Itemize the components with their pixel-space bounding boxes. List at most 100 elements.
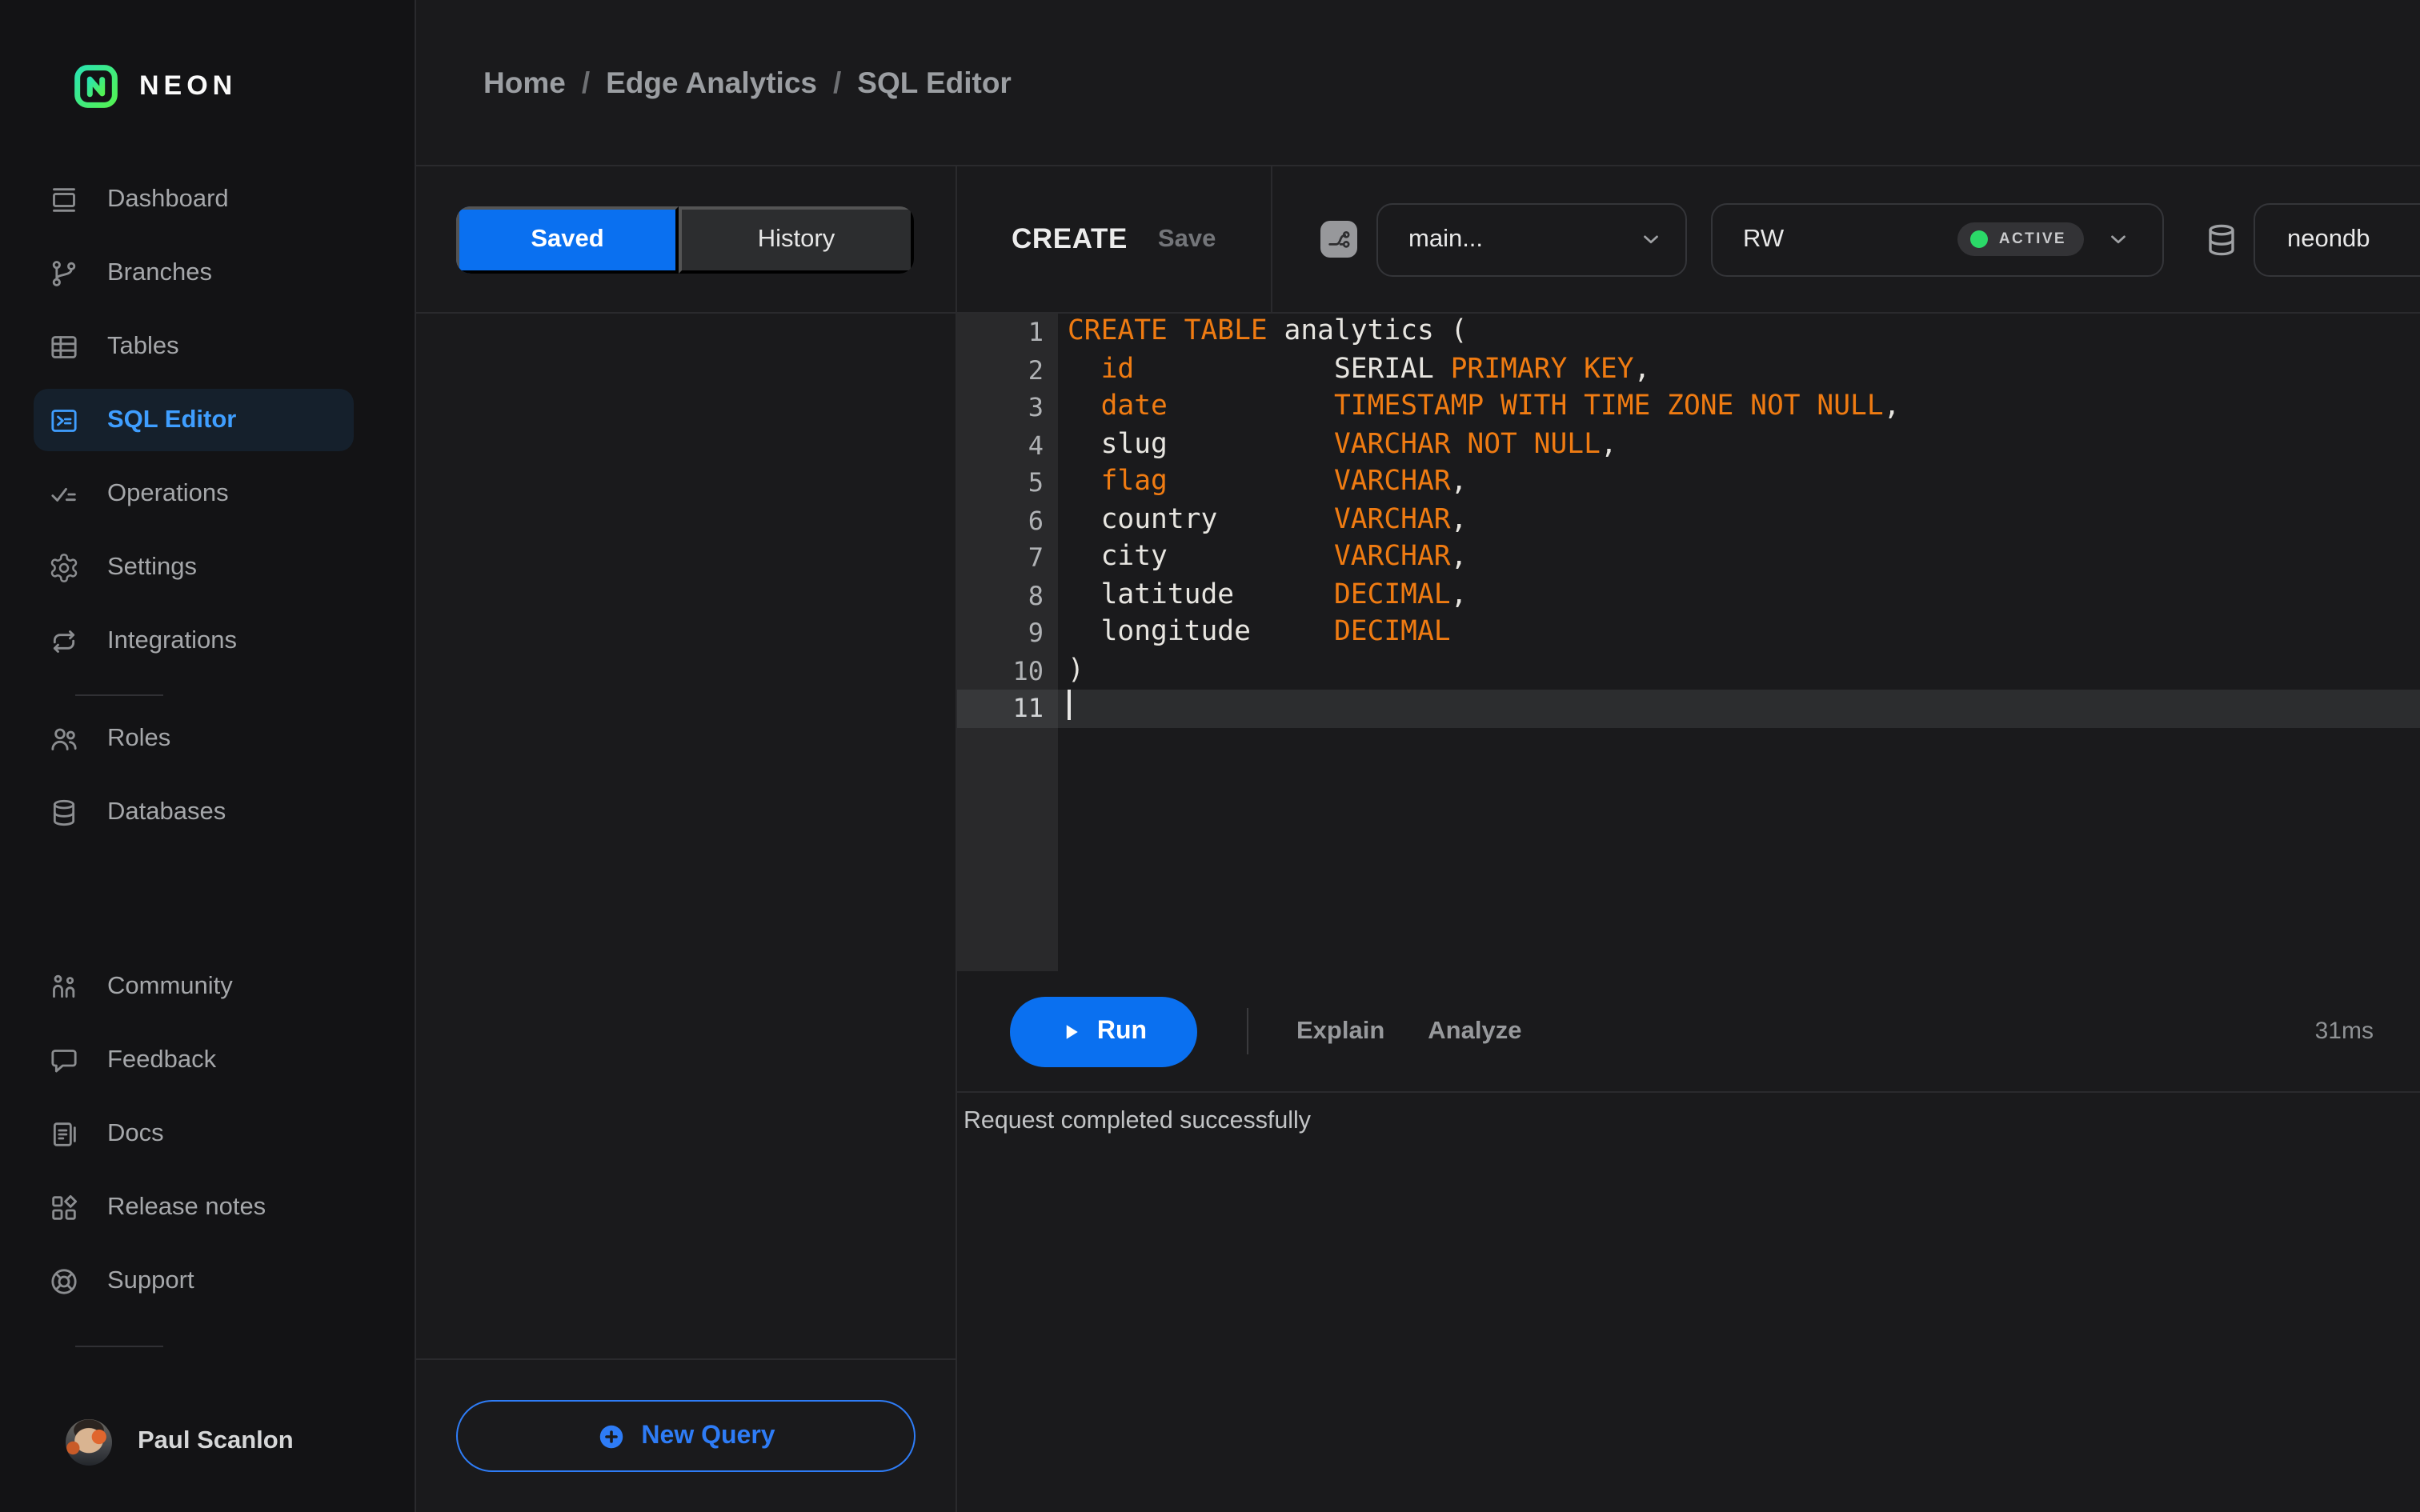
sidebar-item-label: Databases: [107, 798, 226, 825]
code-empty-space[interactable]: [957, 727, 2420, 971]
code-line[interactable]: 4 slug VARCHAR NOT NULL,: [957, 426, 2420, 464]
code-line[interactable]: 9 longitude DECIMAL: [957, 614, 2420, 652]
operations-icon: [48, 478, 80, 510]
docs-icon: [48, 1118, 80, 1150]
database-select[interactable]: neondb: [2254, 202, 2420, 276]
tab-saved[interactable]: Saved: [456, 206, 679, 273]
user-menu[interactable]: Paul Scanlon: [34, 1403, 354, 1480]
results-area: [957, 1134, 2420, 1512]
sidebar-item-branches[interactable]: Branches: [34, 242, 354, 304]
sidebar-item-integrations[interactable]: Integrations: [34, 610, 354, 672]
status-message: Request completed successfully: [964, 1107, 1311, 1134]
line-number: 1: [957, 314, 1058, 351]
sql-editor-pane: CREATE Save main... RW ACTIVE neondb 1 C…: [957, 166, 2420, 1512]
feedback-icon: [48, 1044, 80, 1076]
line-number: 2: [957, 351, 1058, 389]
sidebar-item-label: Integrations: [107, 626, 237, 654]
saved-history-tabs: Saved History: [456, 206, 914, 273]
new-query-button[interactable]: New Query: [456, 1400, 916, 1472]
line-number: 7: [957, 539, 1058, 577]
sidebar-item-label: Operations: [107, 479, 229, 506]
support-icon: [48, 1265, 80, 1297]
line-number: 6: [957, 502, 1058, 539]
analyze-button[interactable]: Analyze: [1428, 1017, 1521, 1046]
code-line[interactable]: 5 flag VARCHAR,: [957, 464, 2420, 502]
connection-controls: main... RW ACTIVE neondb: [1272, 166, 2420, 312]
gear-icon: [48, 551, 80, 583]
sidebar-item-sql-editor[interactable]: SQL Editor: [34, 389, 354, 451]
code-fill: [1058, 727, 2420, 971]
sidebar-item-databases[interactable]: Databases: [34, 781, 354, 843]
code-line-content: ): [1068, 654, 1084, 686]
sidebar-item-label: Settings: [107, 553, 198, 580]
sidebar-item-docs[interactable]: Docs: [34, 1102, 354, 1165]
text-cursor: [1068, 690, 1070, 720]
saved-panel-footer: New Query: [416, 1358, 956, 1512]
code-line[interactable]: 2 id SERIAL PRIMARY KEY,: [957, 351, 2420, 389]
compute-status-badge: ACTIVE: [1957, 222, 2084, 256]
saved-queries-panel: Saved History New Query: [416, 166, 957, 1512]
line-number: 9: [957, 614, 1058, 652]
database-select-value: neondb: [2287, 225, 2370, 252]
gutter-fill: [957, 727, 1058, 971]
sidebar: NEON Dashboard Branches Tables SQL Editor Op…: [0, 0, 416, 1512]
code-line[interactable]: 8 latitude DECIMAL,: [957, 577, 2420, 614]
sidebar-item-support[interactable]: Support: [34, 1250, 354, 1312]
sidebar-item-label: Release notes: [107, 1193, 266, 1220]
sidebar-item-release-notes[interactable]: Release notes: [34, 1176, 354, 1238]
run-label: Run: [1096, 1017, 1148, 1044]
sidebar-item-dashboard[interactable]: Dashboard: [34, 168, 354, 230]
branches-icon: [48, 257, 80, 289]
sidebar-item-roles[interactable]: Roles: [34, 707, 354, 770]
line-number: 11: [957, 690, 1058, 727]
avatar: [66, 1418, 112, 1465]
breadcrumb-item-edge-analytics[interactable]: Edge Analytics: [606, 65, 817, 100]
dashboard-icon: [48, 183, 80, 215]
sidebar-item-tables[interactable]: Tables: [34, 315, 354, 378]
run-button[interactable]: Run: [1010, 996, 1197, 1066]
sidebar-item-label: Feedback: [107, 1046, 217, 1073]
chevron-down-icon: [2106, 227, 2130, 251]
code-line-content: latitude DECIMAL,: [1068, 578, 1468, 610]
user-name: Paul Scanlon: [138, 1427, 294, 1454]
breadcrumb-item-home[interactable]: Home: [483, 65, 566, 100]
branch-icon-button[interactable]: [1320, 221, 1357, 258]
line-number: 8: [957, 577, 1058, 614]
tab-history[interactable]: History: [679, 206, 914, 273]
branch-select-value: main...: [1408, 225, 1484, 252]
plus-circle-icon: [596, 1422, 625, 1450]
sidebar-item-label: SQL Editor: [107, 406, 237, 433]
community-icon: [48, 970, 80, 1002]
breadcrumb: Home / Edge Analytics / SQL Editor: [483, 65, 1012, 100]
sidebar-item-feedback[interactable]: Feedback: [34, 1029, 354, 1091]
sidebar-item-community[interactable]: Community: [34, 955, 354, 1018]
release-notes-icon: [48, 1191, 80, 1223]
sql-editor-icon: [48, 404, 80, 436]
branch-select[interactable]: main...: [1376, 202, 1687, 276]
app-window: NEON Dashboard Branches Tables SQL Editor Op…: [0, 0, 2420, 1512]
database-icon: [2202, 220, 2241, 258]
sidebar-item-label: Roles: [107, 724, 171, 751]
chevron-down-icon: [1639, 227, 1663, 251]
code-line[interactable]: 11: [957, 690, 2420, 727]
save-button[interactable]: Save: [1158, 225, 1216, 254]
line-number: 3: [957, 389, 1058, 426]
new-query-label: New Query: [641, 1422, 775, 1449]
compute-select[interactable]: RW ACTIVE: [1711, 202, 2164, 276]
code-line[interactable]: 3 date TIMESTAMP WITH TIME ZONE NOT NULL…: [957, 389, 2420, 426]
code-line[interactable]: 10): [957, 652, 2420, 690]
code-line[interactable]: 6 country VARCHAR,: [957, 502, 2420, 539]
code-line[interactable]: 7 city VARCHAR,: [957, 539, 2420, 577]
brand-logo-row[interactable]: NEON: [0, 0, 415, 109]
code-line-content: CREATE TABLE analytics (: [1068, 315, 1468, 347]
sidebar-item-settings[interactable]: Settings: [34, 536, 354, 598]
line-number: 10: [957, 652, 1058, 690]
sql-code-editor[interactable]: 1 CREATE TABLE analytics ( 2 id SERIAL PRI…: [957, 314, 2420, 971]
sidebar-item-operations[interactable]: Operations: [34, 462, 354, 525]
saved-queries-list[interactable]: [416, 314, 956, 1358]
sidebar-item-label: Support: [107, 1266, 194, 1294]
query-title: CREATE: [1012, 222, 1128, 254]
code-line[interactable]: 1 CREATE TABLE analytics (: [957, 314, 2420, 351]
explain-button[interactable]: Explain: [1296, 1017, 1384, 1046]
content: Saved History New Query CREATE Save main…: [416, 166, 2420, 1512]
